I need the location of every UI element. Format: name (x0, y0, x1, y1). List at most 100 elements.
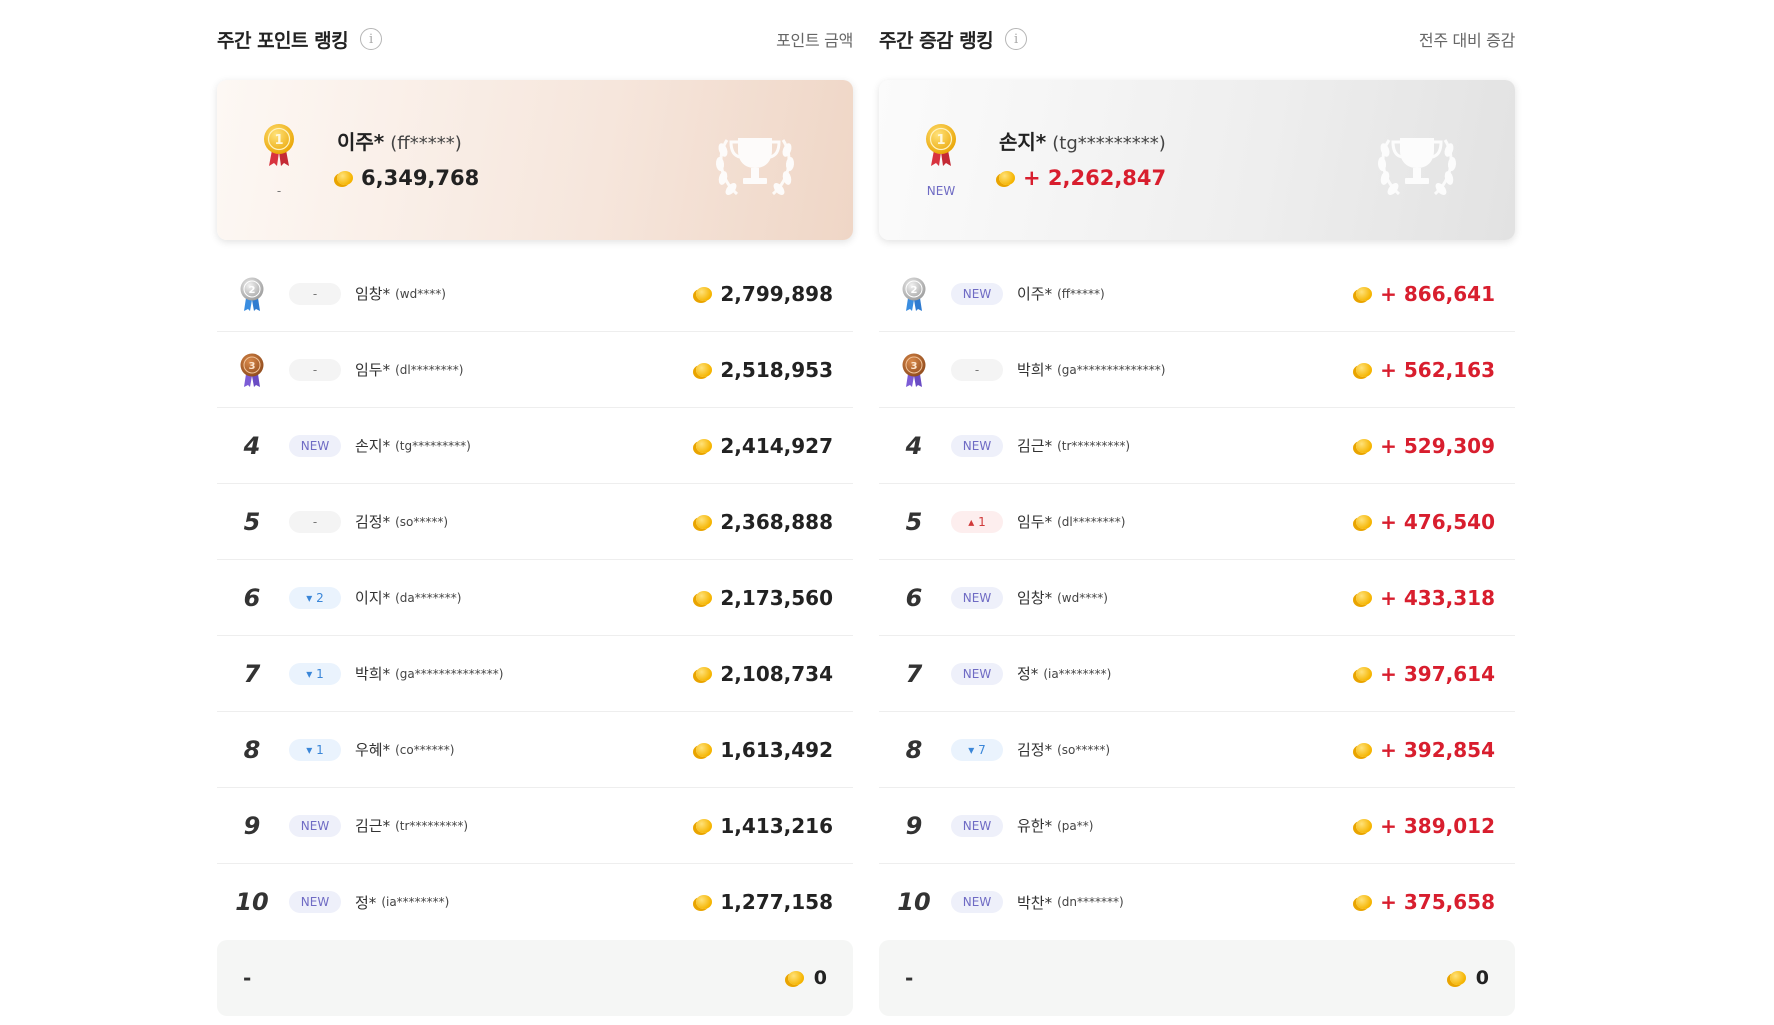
ranking-row[interactable]: 4 NEW 손지* (tg*********) 2,414,927 (217, 408, 853, 484)
user-id: (tr*********) (1057, 438, 1131, 453)
rank-number: 8 (905, 735, 923, 764)
ranking-row[interactable]: 8 ▾ 7 김정* (so*****) + 392,854 (879, 712, 1515, 788)
user-name: 정* (355, 893, 377, 912)
user-id: (dl********) (395, 362, 464, 377)
coin-icon (696, 438, 713, 453)
top-ranker-card[interactable]: 1 - 이주* (ff*****) 6,349,768 (217, 80, 853, 240)
panel-title: 주간 포인트 랭킹 (217, 29, 349, 52)
panel-subtitle: 포인트 금액 (776, 31, 853, 50)
user-points: + 529,309 (1380, 433, 1495, 458)
svg-text:2: 2 (249, 285, 256, 296)
coin-icon (1356, 286, 1373, 301)
silver-medal-icon: 2 (240, 277, 264, 311)
rank-change-badge: - (289, 510, 341, 533)
points-ranking-panel: 주간 포인트 랭킹 i 포인트 금액 1 - 이주* (ff*****) 6,3… (217, 14, 853, 1016)
coin-icon (696, 742, 713, 757)
my-ranking-row: - 0 (217, 940, 853, 1016)
user-name: 손지* (355, 437, 391, 455)
user-points: + 375,658 (1380, 890, 1495, 914)
top-ranker-card[interactable]: 1 NEW 손지* (tg*********) + 2,262,847 (879, 80, 1515, 240)
coin-icon (696, 362, 713, 377)
ranking-row[interactable]: 3 - 임두* (dl********) 2,518,953 (217, 332, 853, 408)
rank-number: 4 (905, 431, 923, 460)
user-id: (ff*****) (1057, 286, 1105, 301)
rank-number: 5 (905, 507, 923, 536)
coin-icon (696, 590, 713, 605)
user-points: 2,108,734 (720, 661, 833, 686)
user-name: 우혜* (355, 741, 391, 759)
user-points: + 397,614 (1380, 661, 1495, 686)
ranking-row[interactable]: 10 NEW 정* (ia********) 1,277,158 (217, 864, 853, 940)
gold-medal-icon: 1 (264, 124, 294, 166)
rank-change-badge: ▾ 2 (289, 586, 341, 609)
user-name: 정* (1017, 665, 1039, 683)
coin-icon (1356, 818, 1373, 833)
ranking-row[interactable]: 5 ▴ 1 임두* (dl********) + 476,540 (879, 484, 1515, 560)
user-id: (tg*********) (395, 438, 471, 453)
user-name: 임두* (355, 361, 391, 379)
bronze-medal-icon: 3 (240, 353, 264, 387)
user-id: (wd****) (1057, 590, 1108, 605)
user-name: 임창* (355, 285, 391, 303)
top-ranker-name: 손지* (999, 130, 1047, 154)
user-points: 1,413,216 (720, 813, 833, 838)
coin-icon (1449, 971, 1466, 985)
ranking-row[interactable]: 6 NEW 임창* (wd****) + 433,318 (879, 560, 1515, 636)
trophy-icon (715, 138, 795, 196)
user-id: (wd****) (395, 286, 446, 301)
ranking-list: 2 NEW 이주* (ff*****) + 866,641 3 - 박희* (g… (879, 256, 1515, 940)
user-points: + 476,540 (1380, 509, 1495, 534)
info-icon[interactable]: i (360, 28, 383, 50)
rank-change-badge: NEW (951, 814, 1003, 837)
rank-change-badge: NEW (951, 434, 1003, 457)
rank-change-badge: - (289, 358, 341, 381)
ranking-row[interactable]: 9 NEW 유한* (pa**) + 389,012 (879, 788, 1515, 864)
user-id: (tr*********) (395, 818, 469, 833)
ranking-row[interactable]: 9 NEW 김근* (tr*********) 1,413,216 (217, 788, 853, 864)
user-points: 2,518,953 (720, 357, 833, 382)
ranking-row[interactable]: 6 ▾ 2 이지* (da*******) 2,173,560 (217, 560, 853, 636)
ranking-row[interactable]: 7 NEW 정* (ia********) + 397,614 (879, 636, 1515, 712)
my-rank: - (243, 966, 252, 990)
info-icon[interactable]: i (1005, 28, 1028, 50)
rank-number: 9 (905, 811, 923, 840)
top-ranker-name: 이주* (337, 130, 385, 154)
rank-change-badge: NEW (951, 891, 1003, 913)
user-id: (ga**************) (1057, 362, 1166, 377)
rank-number: 7 (905, 659, 923, 688)
top-ranker-id: (ff*****) (390, 133, 462, 154)
user-name: 이주* (1017, 285, 1053, 303)
user-name: 임두* (1017, 513, 1053, 531)
ranking-row[interactable]: 7 ▾ 1 박희* (ga**************) 2,108,734 (217, 636, 853, 712)
ranking-row[interactable]: 4 NEW 김근* (tr*********) + 529,309 (879, 408, 1515, 484)
coin-icon (1356, 514, 1373, 529)
ranking-row[interactable]: 8 ▾ 1 우혜* (co******) 1,613,492 (217, 712, 853, 788)
user-points: 2,173,560 (720, 585, 833, 610)
ranking-row[interactable]: 2 - 임창* (wd****) 2,799,898 (217, 256, 853, 332)
rank-change-badge: - (276, 184, 282, 198)
user-id: (ia********) (381, 895, 450, 909)
ranking-row[interactable]: 2 NEW 이주* (ff*****) + 866,641 (879, 256, 1515, 332)
top-ranker-id: (tg*********) (1052, 133, 1166, 154)
rank-change-badge: NEW (289, 434, 341, 457)
rank-number: 10 (897, 888, 931, 916)
user-id: (da*******) (395, 590, 462, 605)
coin-icon (696, 666, 713, 681)
ranking-row[interactable]: 3 - 박희* (ga**************) + 562,163 (879, 332, 1515, 408)
user-name: 김근* (1017, 437, 1053, 455)
ranking-row[interactable]: 5 - 김정* (so*****) 2,368,888 (217, 484, 853, 560)
rank-number: 7 (243, 659, 261, 688)
rank-change-badge: NEW (289, 814, 341, 837)
ranking-row[interactable]: 10 NEW 박찬* (dn*******) + 375,658 (879, 864, 1515, 940)
coin-icon (337, 171, 353, 185)
user-points: + 866,641 (1380, 281, 1495, 306)
user-id: (dn*******) (1057, 895, 1124, 909)
user-id: (dl********) (1057, 514, 1126, 529)
svg-text:1: 1 (274, 133, 283, 148)
rank-number: 10 (235, 888, 269, 916)
user-points: 2,368,888 (720, 509, 833, 534)
user-name: 이지* (355, 589, 391, 607)
coin-icon (1356, 590, 1373, 605)
user-points: + 392,854 (1380, 737, 1495, 762)
ranking-list: 2 - 임창* (wd****) 2,799,898 3 - 임두* (dl**… (217, 256, 853, 940)
